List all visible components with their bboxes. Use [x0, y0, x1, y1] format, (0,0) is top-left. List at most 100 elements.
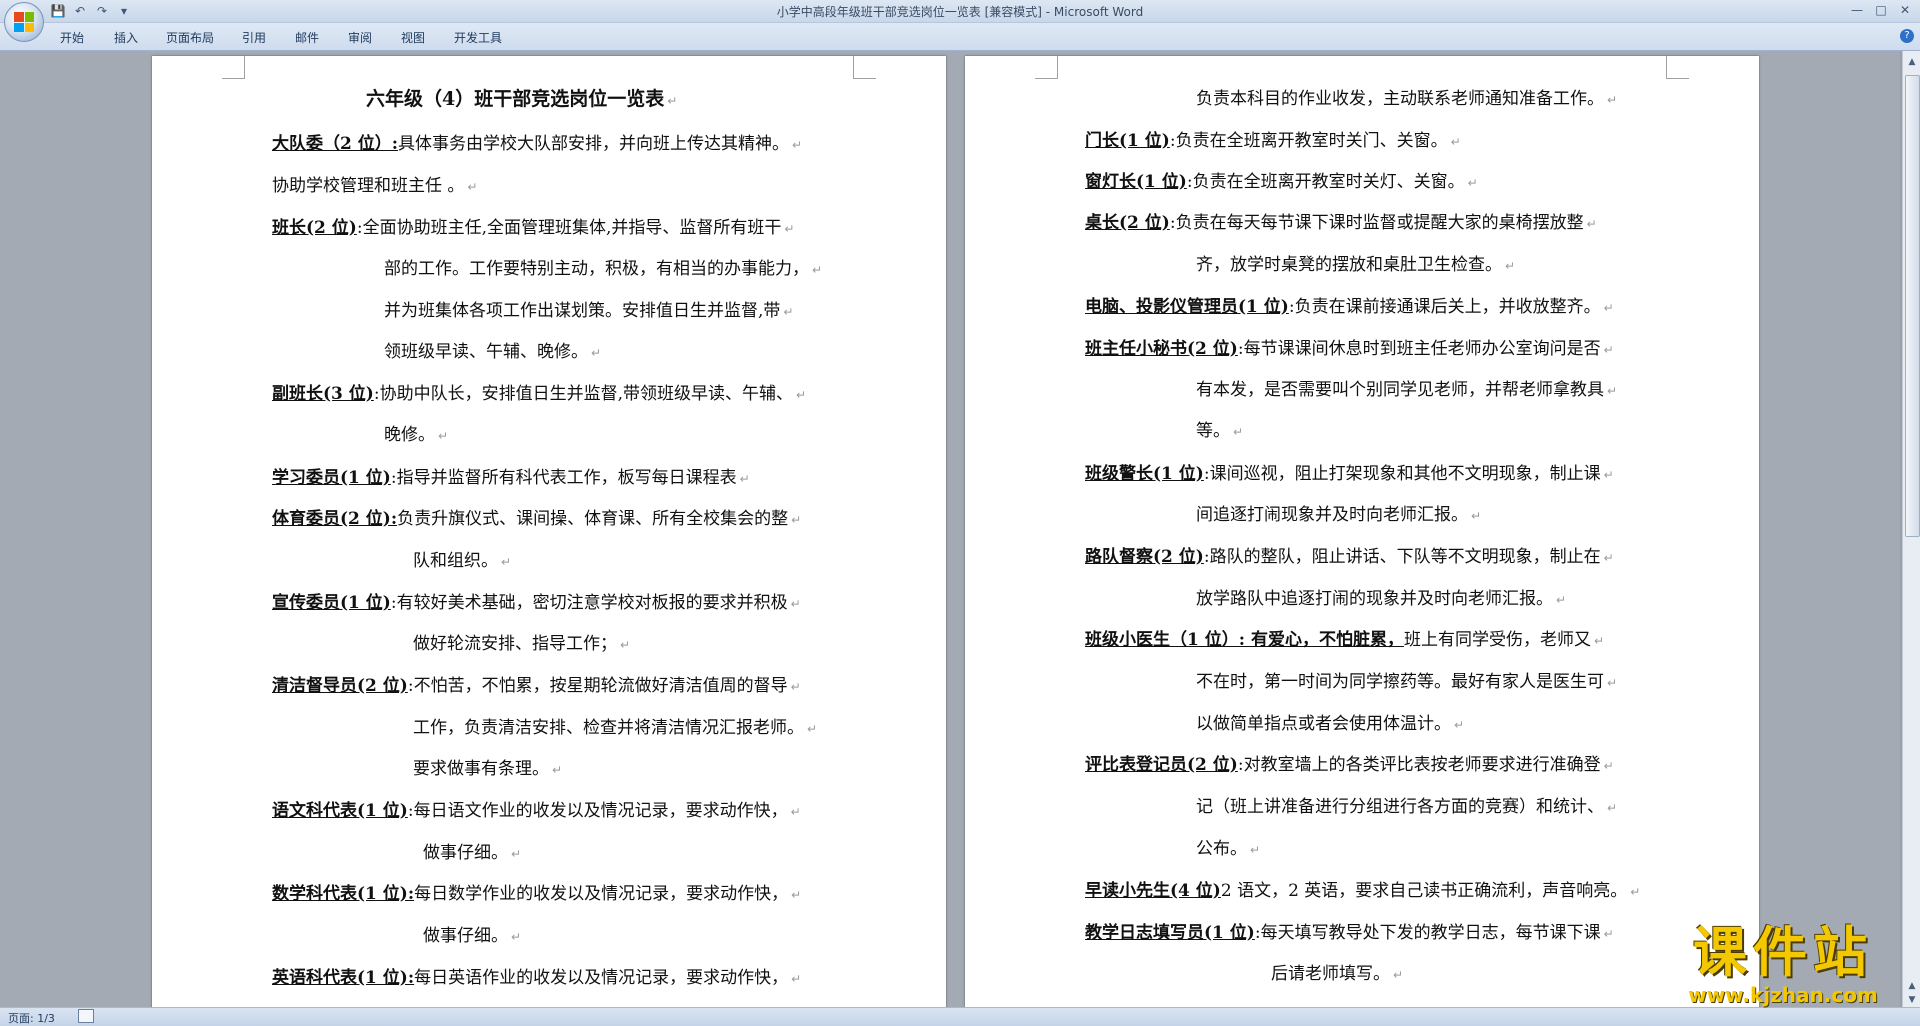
paragraph-mark: ↵ [739, 472, 750, 486]
document-line: 早读小先生(4 位)2 语文，2 英语，要求自己读书正确流利，声音响亮。 ↵ [1085, 876, 1640, 901]
role-description: 要求做事有条理。 [413, 759, 549, 779]
role-description: 每日英语作业的收发以及情况记录，要求动作快， [414, 968, 789, 988]
paragraph-mark: ↵ [1586, 217, 1597, 231]
vertical-scrollbar[interactable]: ▲ ▲ ▼ [1902, 51, 1920, 1007]
paragraph-mark: ↵ [620, 638, 631, 652]
document-line: 副班长(3 位):协助中队长，安排值日生并监督,带领班级早读、午辅、 ↵ [272, 379, 806, 404]
role-description: 做好轮流安排、指导工作； [413, 634, 617, 654]
document-line: 学习委员(1 位):指导并监督所有科代表工作，板写每日课程表 ↵ [272, 463, 750, 488]
tab-home[interactable]: 开始 [56, 29, 88, 46]
document-line: 班主任小秘书(2 位):每节课课间休息时到班主任老师办公室询问是否 ↵ [1085, 334, 1614, 359]
paragraph-mark: ↵ [807, 722, 818, 736]
document-line: 记（班上讲准备进行分组进行各方面的竞赛）和统计、 ↵ [1196, 792, 1617, 817]
scroll-thumb[interactable] [1905, 75, 1920, 537]
role-description: :负责在全班离开教室时关门、关窗。 [1169, 131, 1448, 151]
document-line: 桌长(2 位):负责在每天每节课下课时监督或提醒大家的桌椅摆放整 ↵ [1085, 208, 1597, 233]
role-label: 窗灯长(1 位) [1085, 172, 1187, 192]
role-description: 等。 [1196, 421, 1230, 441]
document-line: 队和组织。 ↵ [413, 546, 511, 571]
minimize-icon[interactable]: — [1846, 2, 1868, 18]
paragraph-mark: ↵ [1471, 509, 1482, 523]
paragraph-mark: ↵ [795, 388, 807, 402]
maximize-icon[interactable]: □ [1870, 2, 1892, 18]
role-description: 有本发，是否需要叫个别同学见老师，并帮老师拿教具 [1196, 380, 1604, 400]
paragraph-mark: ↵ [790, 805, 801, 819]
role-description: 做事仔细。 [423, 843, 508, 863]
role-label: 早读小先生(4 位) [1085, 881, 1221, 901]
tab-references[interactable]: 引用 [238, 29, 270, 46]
tab-page-layout[interactable]: 页面布局 [162, 29, 218, 46]
document-line: 门长(1 位):负责在全班离开教室时关门、关窗。 ↵ [1085, 126, 1461, 151]
role-label: 评比表登记员(2 位) [1085, 755, 1238, 775]
window-title: 小学中高段年级班干部竞选岗位一览表 [兼容模式] - Microsoft Wor… [776, 5, 1144, 19]
scroll-up-icon[interactable]: ▲ [1905, 55, 1919, 69]
close-icon[interactable]: ✕ [1894, 2, 1916, 18]
document-line: 宣传委员(1 位):有较好美术基础，密切注意学校对板报的要求并积极 ↵ [272, 588, 801, 613]
document-line: 晚修。 ↵ [384, 420, 448, 445]
help-icon[interactable]: ? [1900, 29, 1914, 43]
document-line: 要求做事有条理。 ↵ [413, 754, 562, 779]
document-page-1[interactable]: 六年级（4）班干部竞选岗位一览表 ↵ 大队委（2 位）:具体事务由学校大队部安排，… [152, 56, 946, 1007]
role-description: 晚修。 [384, 425, 435, 445]
document-line: 语文科代表(1 位):每日语文作业的收发以及情况记录，要求动作快， ↵ [272, 796, 801, 821]
paragraph-mark: ↵ [501, 555, 512, 569]
role-description: 间追逐打闹现象并及时向老师汇报。 [1196, 505, 1468, 525]
tab-review[interactable]: 审阅 [344, 29, 376, 46]
ribbon-tabs: 开始 插入 页面布局 引用 邮件 审阅 视图 开发工具 ? [0, 23, 1920, 51]
page-count[interactable]: 页面: 1/3 [8, 1010, 55, 1026]
paragraph-mark: ↵ [1603, 759, 1614, 773]
tab-insert[interactable]: 插入 [110, 29, 142, 46]
paragraph-mark: ↵ [1505, 259, 1516, 273]
document-line: 做好轮流安排、指导工作； ↵ [413, 629, 630, 654]
tab-developer[interactable]: 开发工具 [450, 29, 506, 46]
document-page-2[interactable]: 负责本科目的作业收发，主动联系老师通知准备工作。 ↵ 门长(1 位):负责在全班离开… [965, 56, 1759, 1007]
document-line: 路队督察(2 位):路队的整队，阻止讲话、下队等不文明现象，制止在 ↵ [1085, 542, 1614, 567]
role-description: 具体事务由学校大队部安排，并向班上传达其精神。 [398, 134, 790, 154]
paragraph-mark: ↵ [552, 763, 563, 777]
office-button[interactable] [4, 2, 44, 42]
paragraph-mark: ↵ [1603, 468, 1614, 482]
paragraph-mark: ↵ [1630, 885, 1641, 899]
role-description: 做事仔细。 [423, 926, 508, 946]
paragraph-mark: ↵ [1607, 93, 1618, 107]
margin-corner-mark [853, 56, 876, 79]
paragraph-mark: ↵ [1467, 176, 1478, 190]
document-line: 班级小医生（1 位）: 有爱心，不怕脏累，班上有同学受伤，老师又 ↵ [1085, 625, 1604, 650]
document-line: 工作，负责清洁安排、检查并将清洁情况汇报老师。 ↵ [413, 713, 817, 738]
document-line: 评比表登记员(2 位):对教室墙上的各类评比表按老师要求进行准确登 ↵ [1085, 750, 1614, 775]
role-description: 领班级早读、午辅、晚修。 [384, 342, 588, 362]
previous-page-icon[interactable]: ▲ [1905, 979, 1919, 993]
role-description: :每节课课间休息时到班主任老师办公室询问是否 [1237, 339, 1601, 359]
paragraph-mark: ↵ [791, 972, 802, 986]
role-description: :课间巡视，阻止打架现象和其他不文明现象，制止课 [1203, 464, 1601, 484]
margin-corner-mark [222, 56, 245, 79]
title-bar: 💾 ↶ ↷ ▾ 小学中高段年级班干部竞选岗位一览表 [兼容模式] - Micro… [0, 0, 1920, 42]
paragraph-mark: ↵ [1233, 425, 1244, 439]
document-line: 公布。 ↵ [1196, 834, 1260, 859]
watermark-url: www.kjzhan.com [1688, 983, 1878, 1007]
document-line: 放学路队中追逐打闹的现象并及时向老师汇报。 ↵ [1196, 584, 1566, 609]
role-description: 并为班集体各项工作出谋划策。安排值日生并监督,带 [384, 301, 781, 321]
paragraph-mark: ↵ [1454, 718, 1465, 732]
document-line: 协助学校管理和班主任 。 ↵ [272, 171, 477, 196]
paragraph-mark: ↵ [1603, 927, 1614, 941]
document-line: 间追逐打闹现象并及时向老师汇报。 ↵ [1196, 500, 1481, 525]
role-label: 英语科代表(1 位): [272, 968, 415, 988]
paragraph-mark: ↵ [511, 930, 522, 944]
document-line: 电脑、投影仪管理员(1 位):负责在课前接通课后关上，并收放整齐。 ↵ [1085, 292, 1614, 317]
paragraph-mark: ↵ [790, 597, 801, 611]
tab-mailings[interactable]: 邮件 [291, 29, 323, 46]
role-description: :每天填写教导处下发的教学日志，每节课下课 [1254, 923, 1601, 943]
paragraph-mark: ↵ [467, 180, 478, 194]
office-logo-icon [14, 12, 34, 32]
tab-view[interactable]: 视图 [397, 29, 429, 46]
role-label: 教学日志填写员(1 位) [1085, 923, 1255, 943]
document-line: 领班级早读、午辅、晚修。 ↵ [384, 337, 601, 362]
next-page-icon[interactable]: ▼ [1905, 993, 1919, 1007]
role-description: :负责在每天每节课下课时监督或提醒大家的桌椅摆放整 [1169, 213, 1584, 233]
role-label: 大队委（2 位）: [272, 134, 399, 154]
role-description: 以做简单指点或者会使用体温计。 [1196, 714, 1451, 734]
proofing-icon[interactable] [78, 1009, 94, 1023]
document-line: 做事仔细。 ↵ [423, 921, 521, 946]
paragraph-mark: ↵ [783, 305, 794, 319]
